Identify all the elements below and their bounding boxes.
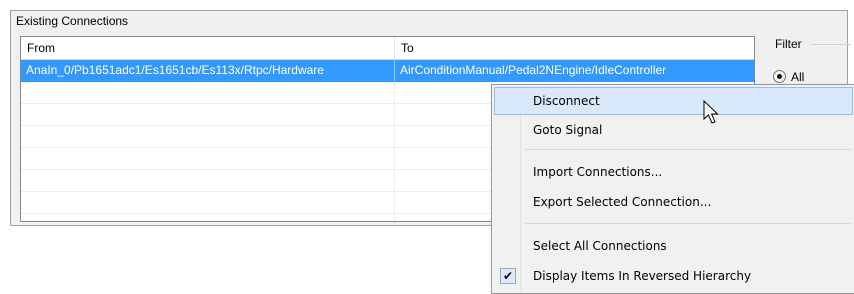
cell-from [21,126,395,147]
mouse-pointer-icon [703,100,719,124]
context-menu: Disconnect Goto Signal Import Connection… [491,84,854,294]
menu-item-disconnect[interactable]: Disconnect [494,87,853,115]
cell-from [21,82,395,103]
menu-separator [525,149,851,150]
table-row-selected[interactable]: AnaIn_0/Pb1651adc1/Es1651cb/Es113x/Rtpc/… [21,60,754,82]
menu-item-label: Display Items In Reversed Hierarchy [533,269,752,283]
filter-label: Filter [775,37,802,51]
menu-item-display-reversed-hierarchy[interactable]: ✔ Display Items In Reversed Hierarchy [494,262,853,290]
cell-from: AnaIn_0/Pb1651adc1/Es1651cb/Es113x/Rtpc/… [21,60,395,81]
checkmark-icon: ✔ [500,268,516,284]
group-title: Existing Connections [16,14,129,28]
cell-from [21,170,395,191]
table-header: From To [21,37,754,60]
column-header-from[interactable]: From [21,37,395,59]
cell-to: AirConditionManual/Pedal2NEngine/IdleCon… [400,63,667,77]
radio-selected-icon[interactable] [773,70,786,83]
menu-item-goto-signal[interactable]: Goto Signal [494,116,853,144]
menu-item-select-all-connections[interactable]: Select All Connections [494,232,853,260]
radio-label-all: All [791,70,805,84]
menu-item-import-connections[interactable]: Import Connections... [494,158,853,186]
filter-divider [811,44,851,45]
menu-separator [525,223,851,224]
cell-from [21,148,395,169]
cell-from [21,214,395,221]
menu-item-export-selected-connection[interactable]: Export Selected Connection... [494,188,853,216]
cell-from [21,104,395,125]
cell-from [21,192,395,213]
column-header-to[interactable]: To [395,37,754,59]
